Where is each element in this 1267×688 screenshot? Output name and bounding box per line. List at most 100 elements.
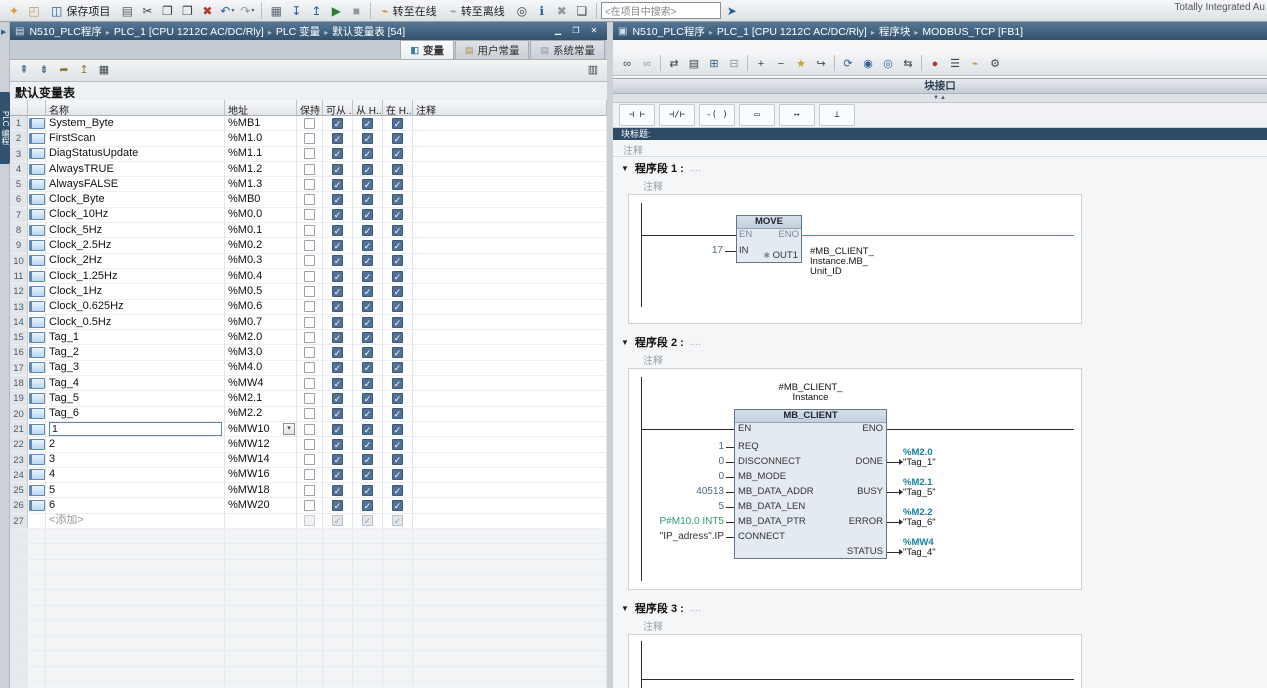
tag-table-row[interactable]: 266%MW20✓✓✓ <box>10 498 607 513</box>
breadcrumb-segment[interactable]: 程序块 <box>879 26 911 38</box>
tag-name[interactable]: DiagStatusUpdate <box>49 147 138 162</box>
restore-icon[interactable]: ❐ <box>568 24 584 39</box>
checkbox[interactable]: ✓ <box>362 133 373 144</box>
checkbox[interactable]: ✓ <box>392 255 403 266</box>
tag-name[interactable]: <添加> <box>49 514 84 529</box>
breadcrumb-segment[interactable]: PLC 变量 <box>276 26 320 38</box>
checkbox[interactable] <box>304 194 315 205</box>
tag-address[interactable]: %M1.2 <box>228 162 262 177</box>
checkbox[interactable] <box>304 469 315 480</box>
output-operand-tag[interactable]: "Tag_4" <box>903 548 936 558</box>
tag-comment[interactable] <box>413 361 607 376</box>
checkbox[interactable]: ✓ <box>332 485 343 496</box>
move-in-value[interactable]: 17 <box>629 245 723 256</box>
checkbox[interactable]: ✓ <box>392 378 403 389</box>
checkbox[interactable]: ✓ <box>362 301 373 312</box>
checkbox[interactable]: ✓ <box>332 439 343 450</box>
breakpoint-icon[interactable]: ● <box>925 55 945 75</box>
tag-name[interactable]: 2 <box>49 437 55 452</box>
checkbox[interactable]: ✓ <box>332 317 343 328</box>
tag-comment[interactable] <box>413 391 607 406</box>
checkbox[interactable]: ✓ <box>332 378 343 389</box>
breadcrumb-segment[interactable]: PLC_1 [CPU 1212C AC/DC/Rly] <box>114 26 264 38</box>
collapse-networks-icon[interactable]: − <box>771 55 791 75</box>
tag-table-row[interactable]: 211%MW10▾✓✓✓ <box>10 422 607 437</box>
checkbox[interactable]: ✓ <box>332 408 343 419</box>
network-1-header[interactable]: ▼ 程序段 1 : .... <box>613 160 1080 176</box>
checkbox[interactable] <box>304 286 315 297</box>
input-operand[interactable]: 0 <box>629 456 724 467</box>
tag-table-row[interactable]: 14Clock_0.5Hz%M0.7✓✓✓ <box>10 315 607 330</box>
tag-comment[interactable] <box>413 498 607 513</box>
checkbox[interactable]: ✓ <box>362 255 373 266</box>
tag-address[interactable]: %MW10 <box>228 422 270 437</box>
disconnect-icon[interactable]: ✖ <box>552 1 572 21</box>
tag-name-input[interactable]: 1 <box>49 422 222 436</box>
tag-table-row[interactable]: 255%MW18✓✓✓ <box>10 483 607 498</box>
collapse-triangle-icon[interactable]: ▼ <box>621 164 629 173</box>
tag-name[interactable]: Tag_6 <box>49 407 79 422</box>
tag-table-row[interactable]: 12Clock_1Hz%M0.5✓✓✓ <box>10 284 607 299</box>
tag-table-row[interactable]: 233%MW14✓✓✓ <box>10 453 607 468</box>
checkbox[interactable]: ✓ <box>362 209 373 220</box>
checkbox[interactable]: ✓ <box>362 118 373 129</box>
tag-address[interactable]: %M2.0 <box>228 330 262 345</box>
search-start-icon[interactable]: ➤ <box>722 1 742 21</box>
checkbox[interactable]: ✓ <box>392 469 403 480</box>
checkbox[interactable]: ✓ <box>362 469 373 480</box>
undo-icon[interactable]: ↶▾ <box>217 1 237 21</box>
tag-table-row[interactable]: 19Tag_5%M2.1✓✓✓ <box>10 391 607 406</box>
header-comment[interactable]: 注释 <box>413 100 607 116</box>
checkbox[interactable]: ✓ <box>362 454 373 465</box>
checkbox[interactable] <box>304 393 315 404</box>
tag-name[interactable]: Clock_0.5Hz <box>49 315 111 330</box>
network-title-placeholder[interactable]: .... <box>690 603 701 614</box>
checkbox[interactable]: ✓ <box>392 347 403 358</box>
tag-name[interactable]: AlwaysFALSE <box>49 177 118 192</box>
tag-name[interactable]: Clock_1.25Hz <box>49 269 117 284</box>
input-operand[interactable]: 0 <box>629 471 724 482</box>
input-operand[interactable]: "IP_adress".IP <box>629 531 724 542</box>
dropdown-caret-icon[interactable]: ▾ <box>231 7 234 14</box>
checkbox[interactable] <box>304 317 315 328</box>
program-editor-titlebar[interactable]: ▣ N510_PLC程序▸PLC_1 [CPU 1212C AC/DC/Rly]… <box>613 22 1267 40</box>
tag-name[interactable]: Clock_5Hz <box>49 223 102 238</box>
tag-comment[interactable] <box>413 238 607 253</box>
tag-name[interactable]: FirstScan <box>49 131 95 146</box>
checkbox[interactable] <box>304 347 315 358</box>
tag-comment[interactable] <box>413 162 607 177</box>
checkbox[interactable] <box>304 164 315 175</box>
checkbox[interactable]: ✓ <box>392 393 403 404</box>
tag-name[interactable]: Tag_4 <box>49 376 79 391</box>
checkbox[interactable]: ✓ <box>392 179 403 190</box>
upload-icon[interactable]: ↥ <box>306 1 326 21</box>
tag-table-row[interactable]: 222%MW12✓✓✓ <box>10 437 607 452</box>
checkbox[interactable]: ✓ <box>392 271 403 282</box>
checkbox[interactable] <box>304 255 315 266</box>
checkbox[interactable]: ✓ <box>332 133 343 144</box>
checkbox[interactable]: ✓ <box>362 424 373 435</box>
tag-comment[interactable] <box>413 131 607 146</box>
monitor-tags-icon[interactable]: ▦ <box>94 61 114 81</box>
breadcrumb-segment[interactable]: N510_PLC程序 <box>29 26 101 38</box>
checkbox[interactable]: ✓ <box>332 424 343 435</box>
checkbox[interactable]: ✓ <box>332 362 343 373</box>
tag-address[interactable]: %MW16 <box>228 468 270 483</box>
tag-name[interactable]: Clock_10Hz <box>49 208 108 223</box>
tab-system-constants[interactable]: ▤系统常量 <box>530 40 605 59</box>
checkbox[interactable] <box>304 179 315 190</box>
delete-icon[interactable]: ✖ <box>197 1 217 21</box>
open-branch-icon[interactable]: ↦ <box>779 104 815 126</box>
checkbox[interactable]: ✓ <box>332 286 343 297</box>
address-dropdown-button[interactable]: ▾ <box>283 423 295 435</box>
tag-comment[interactable] <box>413 453 607 468</box>
checkbox[interactable] <box>304 209 315 220</box>
expand-tree-icon[interactable]: ▶ <box>1 28 6 36</box>
paste-icon[interactable]: ❒ <box>177 1 197 21</box>
block-interface-bar[interactable]: 块接口 <box>613 78 1267 94</box>
tab-user-constants[interactable]: ▤用户常量 <box>455 40 530 59</box>
block-comment[interactable]: 注释 <box>623 142 643 157</box>
checkbox[interactable]: ✓ <box>332 454 343 465</box>
checkbox[interactable]: ✓ <box>392 194 403 205</box>
checkbox[interactable]: ✓ <box>332 164 343 175</box>
